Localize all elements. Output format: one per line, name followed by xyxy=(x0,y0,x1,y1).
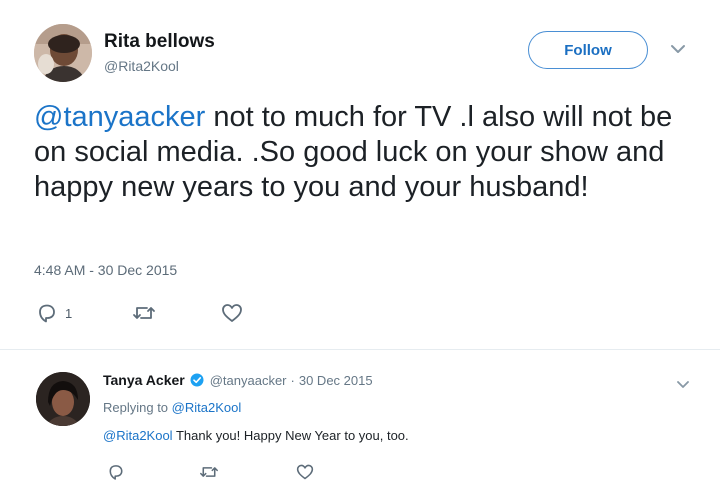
separator: · xyxy=(290,372,295,388)
like-icon xyxy=(222,304,242,322)
tweet-text: @tanyaacker not to much for TV .l also w… xyxy=(34,100,704,205)
reply-icon xyxy=(39,304,55,323)
retweet-action[interactable] xyxy=(199,462,219,482)
reply-action[interactable]: 1 xyxy=(36,300,72,326)
retweet-icon xyxy=(133,307,155,319)
author-handle[interactable]: @Rita2Kool xyxy=(104,58,179,74)
mention-link[interactable]: @tanyaacker xyxy=(34,101,205,133)
avatar-photo xyxy=(36,372,90,426)
reply-header: Tanya Acker @tanyaacker · 30 Dec 2015 xyxy=(103,372,373,388)
reply-action[interactable] xyxy=(107,462,125,482)
like-icon xyxy=(296,464,314,480)
retweet-action[interactable] xyxy=(132,300,156,326)
mention-link[interactable]: @Rita2Kool xyxy=(103,428,173,443)
avatar[interactable] xyxy=(36,372,90,426)
follow-button[interactable]: Follow xyxy=(528,31,648,69)
reply-author-name[interactable]: Tanya Acker xyxy=(103,372,185,388)
replying-to-link[interactable]: @Rita2Kool xyxy=(172,400,242,415)
avatar-photo xyxy=(34,24,92,82)
reply-count: 1 xyxy=(65,305,73,321)
chevron-down-icon[interactable] xyxy=(674,379,692,391)
author-name[interactable]: Rita bellows xyxy=(104,31,215,53)
chevron-down-icon[interactable] xyxy=(668,42,688,56)
replying-prefix: Replying to xyxy=(103,400,172,415)
divider xyxy=(0,349,720,350)
reply-body: Thank you! Happy New Year to you, too. xyxy=(172,428,409,443)
reply-author-handle[interactable]: @tanyaacker xyxy=(210,373,287,388)
tweet-thread: Rita bellows @Rita2Kool Follow @tanyaack… xyxy=(0,0,720,494)
reply-icon xyxy=(109,465,123,480)
tweet-timestamp[interactable]: 4:48 AM - 30 Dec 2015 xyxy=(34,262,177,278)
retweet-icon xyxy=(200,467,218,477)
reply-text: @Rita2Kool Thank you! Happy New Year to … xyxy=(103,428,409,443)
like-action[interactable] xyxy=(220,300,244,326)
verified-badge-icon xyxy=(190,373,204,387)
reply-date[interactable]: 30 Dec 2015 xyxy=(299,373,373,388)
replying-to: Replying to @Rita2Kool xyxy=(103,400,241,415)
like-action[interactable] xyxy=(295,462,315,482)
avatar[interactable] xyxy=(34,24,92,82)
